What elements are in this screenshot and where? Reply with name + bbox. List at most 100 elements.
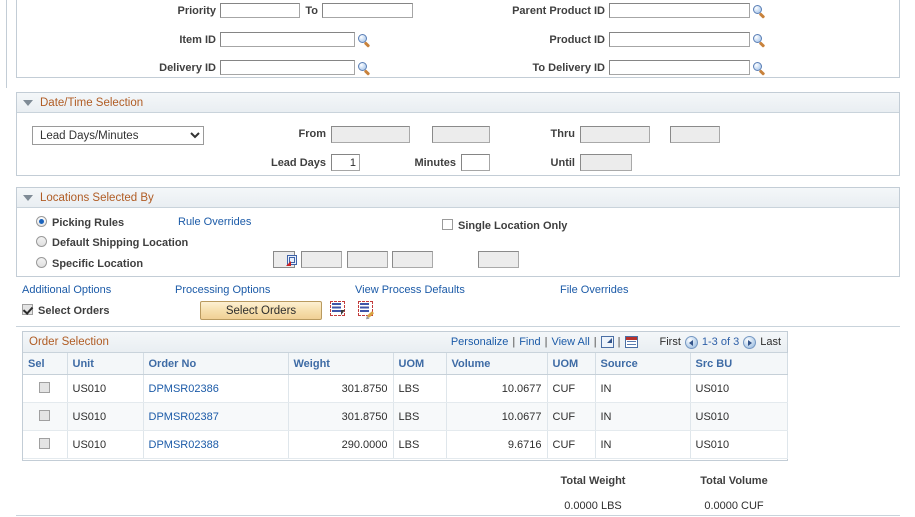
select-orders-checkbox-control[interactable] [22,304,33,315]
from-date-input[interactable] [331,126,410,143]
next-page-icon[interactable] [743,335,757,349]
table-row: US010 DPMSR02386 301.8750 LBS 10.0677 CU… [23,374,788,403]
to-delivery-id-label: To Delivery ID [532,62,605,74]
priority-to-input[interactable] [322,3,413,18]
page-root: Priority To Item ID Delivery ID Parent P… [0,0,915,517]
radio-specific-location-control[interactable] [36,257,47,268]
process-edit-icon[interactable] [358,301,375,318]
column-header-order-no[interactable]: Order No [143,353,289,375]
additional-options-link[interactable]: Additional Options [22,284,111,296]
collapse-triangle-icon[interactable] [23,194,33,201]
until-input[interactable] [580,154,632,171]
to-delivery-id-input[interactable] [609,60,750,75]
column-header-src-bu[interactable]: Src BU [690,353,788,375]
select-orders-checkbox[interactable]: Select Orders [22,304,110,317]
processing-options-link[interactable]: Processing Options [175,284,270,296]
table-row: US010 DPMSR02388 290.0000 LBS 9.6716 CUF… [23,430,788,459]
to-delivery-id-lookup-icon[interactable] [753,62,766,76]
row-order-no: DPMSR02386 [143,374,289,403]
process-list-icon[interactable] [330,301,345,316]
collapse-triangle-icon[interactable] [23,99,33,106]
specific-location-field-3[interactable] [392,251,433,268]
toolbar-separator: | [617,336,621,348]
column-header-unit[interactable]: Unit [67,353,144,375]
table-row: US010 DPMSR02387 301.8750 LBS 10.0677 CU… [23,402,788,431]
single-location-only-control[interactable] [442,219,453,230]
view-process-defaults-link[interactable]: View Process Defaults [355,284,465,296]
row-weight-uom: LBS [393,402,447,431]
personalize-link[interactable]: Personalize [451,336,508,348]
minutes-label: Minutes [414,157,456,169]
row-src-bu: US010 [690,402,788,431]
row-weight-uom: LBS [393,430,447,459]
total-volume-label: Total Volume [700,475,768,487]
radio-default-shipping-location-control[interactable] [36,236,47,247]
priority-to-label: To [305,5,318,17]
radio-picking-rules-control[interactable] [36,216,47,227]
lead-days-label: Lead Days [270,157,326,169]
select-orders-button[interactable]: Select Orders [200,301,322,320]
priority-label: Priority [177,5,216,17]
thru-time-input[interactable] [670,126,720,143]
date-time-mode-select[interactable]: Lead Days/Minutes [32,126,204,145]
column-header-volume-uom[interactable]: UOM [547,353,596,375]
radio-default-shipping-location-label: Default Shipping Location [52,237,189,249]
row-select-checkbox[interactable] [39,438,51,449]
view-all-link[interactable]: View All [551,336,589,348]
order-no-link[interactable]: DPMSR02387 [149,411,219,423]
row-select-checkbox[interactable] [39,382,51,393]
delivery-id-lookup-icon[interactable] [358,62,371,76]
column-header-sel[interactable]: Sel [23,353,68,375]
order-selection-table: Sel Unit Order No Weight UOM Volume UOM … [23,353,788,459]
total-volume-value: 0.0000 CUF [704,500,764,512]
radio-picking-rules[interactable]: Picking Rules [36,216,124,229]
radio-picking-rules-label: Picking Rules [52,217,125,229]
rule-overrides-link[interactable]: Rule Overrides [178,216,251,228]
order-no-link[interactable]: DPMSR02386 [149,383,219,395]
parent-product-id-input[interactable] [609,3,750,18]
single-location-only-label: Single Location Only [458,220,568,232]
lead-days-input[interactable] [331,154,360,171]
row-select-cell[interactable] [23,374,68,403]
from-label: From [298,128,327,140]
from-time-input[interactable] [432,126,490,143]
specific-location-field-4[interactable] [478,251,519,268]
specific-location-field-2[interactable] [347,251,388,268]
parent-product-id-lookup-icon[interactable] [753,5,766,19]
locations-selected-by-title: Locations Selected By [40,191,154,204]
file-overrides-link[interactable]: File Overrides [560,284,628,296]
delivery-id-input[interactable] [220,60,355,75]
last-page-label[interactable]: Last [760,336,781,348]
column-header-source[interactable]: Source [595,353,691,375]
product-id-input[interactable] [609,32,750,47]
order-no-link[interactable]: DPMSR02388 [149,439,219,451]
thru-date-input[interactable] [580,126,650,143]
product-id-lookup-icon[interactable] [753,34,766,48]
order-selection-grid-header: Order Selection Personalize | Find | Vie… [23,332,787,353]
row-volume-uom: CUF [547,430,596,459]
radio-specific-location[interactable]: Specific Location [36,257,143,270]
row-select-cell[interactable] [23,402,68,431]
item-id-lookup-icon[interactable] [358,34,371,48]
previous-page-icon[interactable] [684,335,698,349]
minutes-input[interactable] [461,154,490,171]
single-location-only-checkbox[interactable]: Single Location Only [442,219,567,232]
delivery-id-label: Delivery ID [159,62,216,74]
column-header-volume[interactable]: Volume [446,353,548,375]
specific-location-field-1[interactable] [301,251,342,268]
item-id-input[interactable] [220,32,355,47]
zoom-grid-icon[interactable] [624,336,638,348]
column-header-weight-uom[interactable]: UOM [393,353,447,375]
row-select-cell[interactable] [23,430,68,459]
column-header-weight[interactable]: Weight [288,353,394,375]
radio-default-shipping-location[interactable]: Default Shipping Location [36,236,188,249]
first-page-label[interactable]: First [660,336,681,348]
download-grid-icon[interactable] [600,336,614,348]
row-source: IN [595,402,691,431]
find-link[interactable]: Find [519,336,540,348]
location-lookup-icon[interactable] [286,254,298,266]
product-id-label: Product ID [549,34,605,46]
row-src-bu: US010 [690,430,788,459]
thru-label: Thru [550,128,575,140]
row-select-checkbox[interactable] [39,410,51,421]
